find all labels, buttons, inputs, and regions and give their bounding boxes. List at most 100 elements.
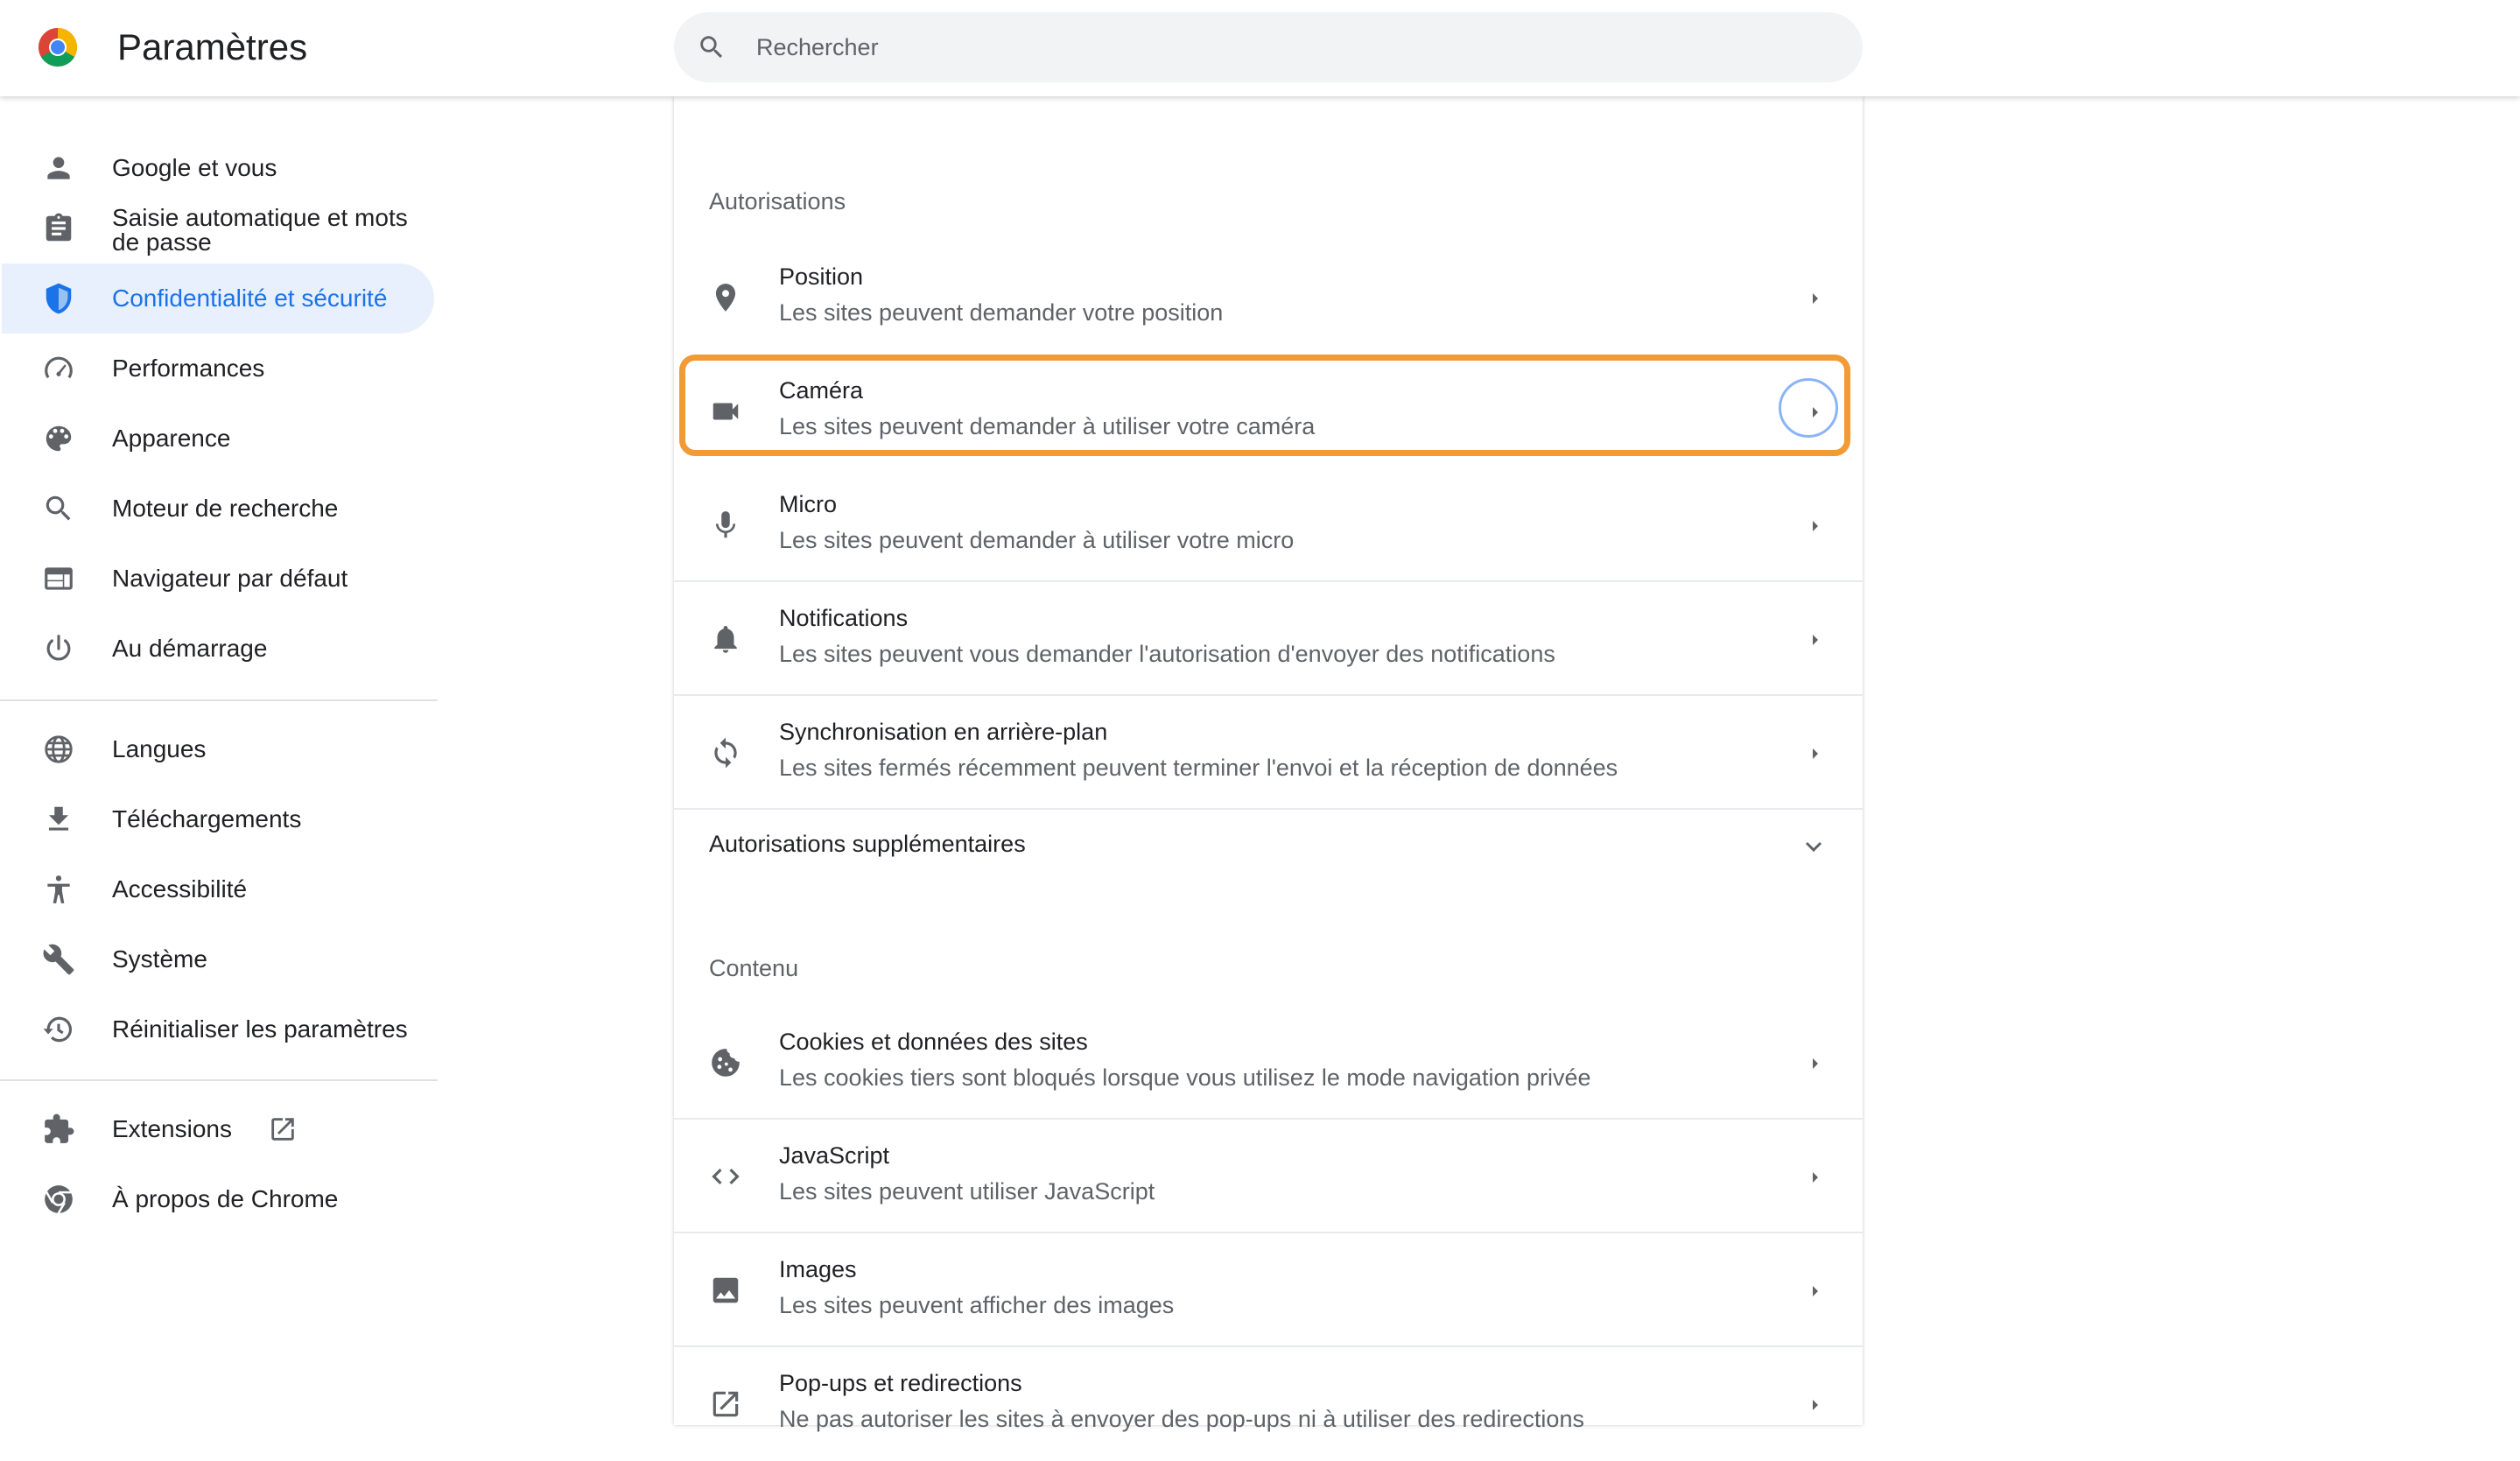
additional-permissions-toggle[interactable]: Autorisations supplémentaires — [674, 810, 1863, 880]
arrow-right-icon[interactable] — [1805, 1281, 1826, 1302]
row-title: Pop-ups et redirections — [779, 1370, 1022, 1396]
sidebar-item-autofill[interactable]: Saisie automatique et mots de passe — [0, 197, 434, 260]
row-description: Les sites peuvent vous demander l'autori… — [779, 641, 1555, 667]
row-title: Micro — [779, 491, 837, 517]
arrow-right-icon[interactable] — [1805, 516, 1826, 537]
row-title: Autorisations supplémentaires — [709, 831, 1026, 857]
popup-icon — [712, 1391, 739, 1417]
content-row-cookies[interactable]: Cookies et données des sites Les cookies… — [674, 1006, 1863, 1120]
sidebar: Google et vous Saisie automatique et mot… — [0, 96, 438, 1425]
sidebar-item-label: Navigateur par défaut — [112, 565, 348, 592]
search-icon — [700, 36, 723, 59]
sidebar-item-about[interactable]: À propos de Chrome — [0, 1178, 434, 1220]
content-row-popups[interactable]: Pop-ups et redirections Ne pas autoriser… — [674, 1347, 1863, 1461]
sidebar-item-label: Téléchargements — [112, 805, 302, 832]
sidebar-item-privacy[interactable]: Confidentialité et sécurité — [0, 277, 434, 320]
row-description: Ne pas autoriser les sites à envoyer des… — [779, 1406, 1584, 1432]
row-title: Synchronisation en arrière-plan — [779, 719, 1108, 745]
row-description: Les sites peuvent afficher des images — [779, 1292, 1175, 1318]
sidebar-item-label: Google et vous — [112, 154, 277, 181]
browser-window-icon — [45, 567, 73, 590]
wrench-icon — [43, 944, 74, 975]
settings-panel: Autorisations Position Les sites peuvent… — [674, 96, 1863, 1432]
permission-row-notifications[interactable]: Notifications Les sites peuvent vous dem… — [674, 582, 1863, 696]
cookie-icon — [712, 1049, 740, 1077]
arrow-right-icon[interactable] — [1805, 1167, 1826, 1188]
sync-icon — [714, 737, 737, 769]
sidebar-item-label: Réinitialiser les paramètres — [112, 1015, 408, 1043]
sidebar-item-system[interactable]: Système — [0, 938, 434, 980]
row-title: Images — [779, 1256, 857, 1282]
code-icon — [712, 1168, 740, 1185]
sidebar-item-label: Performances — [112, 355, 265, 382]
sidebar-item-appearance[interactable]: Apparence — [0, 418, 434, 460]
row-description: Les sites peuvent demander à utiliser vo… — [779, 413, 1316, 439]
person-icon — [47, 157, 70, 179]
arrow-right-icon[interactable] — [1805, 288, 1826, 309]
focus-ring — [1779, 378, 1838, 438]
search-icon — [46, 495, 71, 521]
row-title: Cookies et données des sites — [779, 1029, 1088, 1055]
sidebar-item-label-line1: Saisie automatique et mots — [112, 204, 408, 231]
section-title-permissions: Autorisations — [709, 188, 846, 214]
sidebar-item-label: Apparence — [112, 425, 231, 452]
open-external-icon — [271, 1118, 294, 1141]
sidebar-item-accessibility[interactable]: Accessibilité — [0, 868, 434, 910]
permission-row-background-sync[interactable]: Synchronisation en arrière-plan Les site… — [674, 696, 1863, 810]
arrow-right-icon[interactable] — [1805, 743, 1826, 764]
sidebar-item-label-line2: de passe — [112, 228, 212, 256]
content-row-images[interactable]: Images Les sites peuvent afficher des im… — [674, 1233, 1863, 1347]
chrome-logo-icon — [37, 26, 79, 68]
sidebar-item-label: Confidentialité et sécurité — [112, 284, 388, 312]
sidebar-divider — [0, 1079, 438, 1081]
row-description: Les sites peuvent utiliser JavaScript — [779, 1178, 1155, 1205]
sidebar-item-label: À propos de Chrome — [112, 1185, 339, 1212]
sidebar-item-reset[interactable]: Réinitialiser les paramètres — [0, 1008, 434, 1050]
chrome-icon — [45, 1185, 73, 1214]
speedometer-icon — [45, 356, 73, 379]
chevron-down-icon[interactable] — [1800, 832, 1828, 860]
download-icon — [48, 806, 69, 831]
sidebar-item-label: Moteur de recherche — [112, 495, 339, 522]
permission-row-microphone[interactable]: Micro Les sites peuvent demander à utili… — [674, 468, 1863, 582]
arrow-right-icon[interactable] — [1805, 1053, 1826, 1074]
camera-icon — [712, 403, 739, 420]
power-icon — [46, 635, 71, 661]
sidebar-item-languages[interactable]: Langues — [0, 728, 434, 770]
row-title: Caméra — [779, 377, 864, 404]
image-icon — [712, 1277, 739, 1303]
sidebar-item-default-browser[interactable]: Navigateur par défaut — [0, 558, 434, 600]
sidebar-item-google[interactable]: Google et vous — [0, 147, 434, 189]
content-row-javascript[interactable]: JavaScript Les sites peuvent utiliser Ja… — [674, 1120, 1863, 1233]
bell-icon — [714, 625, 737, 653]
sidebar-item-extensions[interactable]: Extensions — [0, 1108, 434, 1150]
row-title: Position — [779, 263, 864, 290]
arrow-right-icon[interactable] — [1805, 629, 1826, 650]
accessibility-icon — [47, 875, 70, 903]
search-input[interactable] — [755, 32, 1808, 62]
row-description: Les sites peuvent demander votre positio… — [779, 299, 1224, 326]
permission-row-camera[interactable]: Caméra Les sites peuvent demander à util… — [674, 355, 1863, 468]
row-description: Les cookies tiers sont bloqués lorsque v… — [779, 1064, 1591, 1091]
page-title: Paramètres — [117, 26, 308, 67]
sidebar-item-on-startup[interactable]: Au démarrage — [0, 628, 434, 670]
arrow-right-icon[interactable] — [1805, 1394, 1826, 1415]
sidebar-item-label: Extensions — [112, 1115, 232, 1142]
sidebar-item-label: Langues — [112, 735, 207, 762]
clipboard-icon — [46, 213, 72, 242]
location-pin-icon — [715, 284, 736, 312]
sidebar-item-performance[interactable]: Performances — [0, 348, 434, 390]
microphone-icon — [715, 511, 736, 538]
section-title-content: Contenu — [709, 955, 799, 981]
sidebar-item-label: Au démarrage — [112, 635, 268, 662]
sidebar-item-search-engine[interactable]: Moteur de recherche — [0, 488, 434, 530]
shield-icon — [46, 283, 72, 314]
top-bar: Paramètres — [0, 0, 2520, 96]
sidebar-item-downloads[interactable]: Téléchargements — [0, 798, 434, 840]
row-title: Notifications — [779, 605, 909, 631]
palette-icon — [46, 425, 72, 452]
permission-row-location[interactable]: Position Les sites peuvent demander votr… — [674, 241, 1863, 355]
search-box[interactable] — [674, 12, 1863, 82]
sidebar-item-label: Accessibilité — [112, 875, 248, 903]
restore-icon — [43, 1016, 73, 1043]
